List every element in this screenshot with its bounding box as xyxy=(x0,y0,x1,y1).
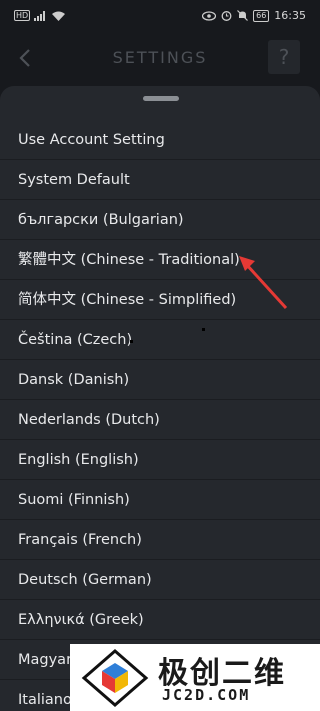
drag-handle[interactable] xyxy=(143,96,179,101)
language-option[interactable]: Français (French) xyxy=(0,520,320,560)
help-button[interactable]: ? xyxy=(268,40,300,74)
language-option[interactable]: Dansk (Danish) xyxy=(0,360,320,400)
hd-icon: HD xyxy=(14,10,31,21)
watermark: 极创二维 JC2D.COM xyxy=(70,644,320,711)
battery-icon: 66 xyxy=(253,9,270,22)
language-option[interactable]: Nederlands (Dutch) xyxy=(0,400,320,440)
language-option[interactable]: System Default xyxy=(0,160,320,200)
language-list: Use Account Setting System Default бълга… xyxy=(0,120,320,711)
cube-logo-icon xyxy=(81,649,149,707)
status-right: 66 16:35 xyxy=(202,9,306,22)
clock: 16:35 xyxy=(274,9,306,22)
watermark-en: JC2D.COM xyxy=(162,686,251,704)
cell-signal-icon xyxy=(34,10,46,21)
language-option[interactable]: Čeština (Czech) xyxy=(0,320,320,360)
speck xyxy=(130,340,133,343)
app-bar: SETTINGS ? xyxy=(0,36,320,84)
language-option[interactable]: Deutsch (German) xyxy=(0,560,320,600)
eye-icon xyxy=(202,10,217,21)
language-option[interactable]: български (Bulgarian) xyxy=(0,200,320,240)
language-option[interactable]: English (English) xyxy=(0,440,320,480)
speck xyxy=(202,328,205,331)
language-option[interactable]: Suomi (Finnish) xyxy=(0,480,320,520)
status-left: HD xyxy=(14,10,66,21)
language-option[interactable]: Ελληνικά (Greek) xyxy=(0,600,320,640)
alarm-icon xyxy=(221,11,232,21)
mute-icon xyxy=(237,10,249,21)
language-option[interactable]: Use Account Setting xyxy=(0,120,320,160)
language-sheet: Use Account Setting System Default бълга… xyxy=(0,86,320,711)
wifi-icon xyxy=(52,11,66,21)
annotation-arrow-icon xyxy=(239,256,288,310)
status-bar: HD 66 16:35 xyxy=(0,0,320,36)
